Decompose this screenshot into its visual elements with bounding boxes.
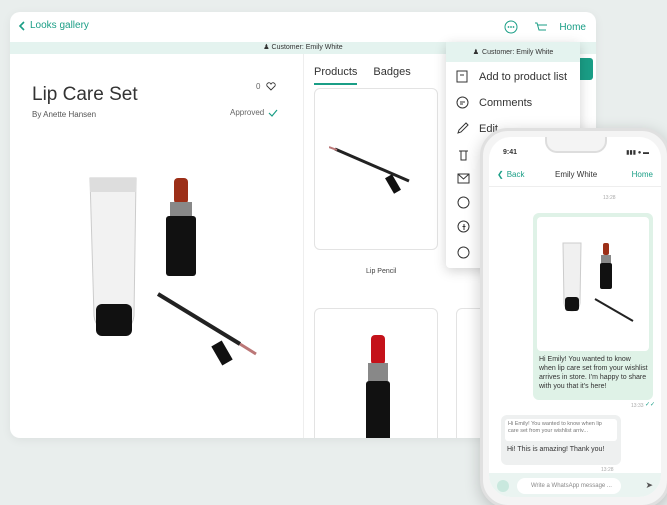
pencil-icon	[457, 122, 469, 134]
message-image	[537, 217, 649, 351]
home-link[interactable]: Home	[559, 22, 586, 33]
menu-item-add-to-product-list[interactable]: Add to product list	[456, 70, 567, 83]
tab-badges[interactable]: Badges	[373, 66, 410, 85]
trash-icon[interactable]	[457, 148, 470, 161]
chat-back-label: Back	[506, 170, 525, 179]
back-button[interactable]: Looks gallery	[18, 20, 89, 31]
look-author: By Anette Hansen	[32, 110, 97, 119]
facebook-icon[interactable]	[457, 220, 470, 233]
chevron-left-icon: ❮	[497, 170, 504, 179]
red-lipstick-image	[366, 335, 390, 438]
menu-header-label: Customer: Emily White	[482, 48, 554, 56]
phone-mockup: 9:41 ▮▮▮ ● ▬ ❮ Back Emily White Home 13:2…	[480, 128, 667, 505]
status-icons: ▮▮▮ ● ▬	[626, 150, 649, 156]
message-compose-bar: Write a WhatsApp message ... ➤	[489, 473, 661, 497]
message-timestamp: 13:28	[603, 195, 616, 201]
chat-home-link[interactable]: Home	[632, 170, 653, 179]
menu-header: ♟ Customer: Emily White	[446, 42, 580, 62]
quoted-message: Hi Emily! You wanted to know when lip ca…	[505, 419, 617, 441]
likes-counter[interactable]: 0	[256, 82, 277, 91]
tab-products[interactable]: Products	[314, 66, 358, 85]
likes-count: 0	[256, 82, 261, 91]
lip-pencil-image	[329, 146, 410, 194]
phone-notch	[545, 137, 607, 153]
look-title: Lip Care Set	[32, 84, 138, 105]
menu-item-comments[interactable]: Comments	[456, 96, 532, 109]
cart-icon[interactable]	[534, 20, 548, 34]
check-icon	[268, 109, 278, 117]
phone-time: 9:41	[503, 149, 518, 156]
lip-care-set-image	[562, 242, 634, 322]
chat-back-button[interactable]: ❮ Back	[497, 170, 525, 179]
chevron-left-icon	[18, 20, 25, 31]
outgoing-message-text: Hi Emily! You wanted to know when lip ca…	[539, 356, 648, 390]
outgoing-message: Hi Emily! You wanted to know when lip ca…	[533, 213, 653, 400]
product-list-icon	[456, 70, 468, 83]
status-label: Approved	[230, 108, 265, 117]
tab-bar: Products Badges	[314, 66, 411, 85]
whatsapp-icon[interactable]	[497, 480, 509, 492]
menu-item-label: Add to product list	[479, 70, 568, 83]
chat-thread: 13:28 Hi Emily! You wanted to know when …	[489, 187, 661, 477]
chat-contact-name: Emily White	[555, 170, 598, 179]
product-label: Lip Pencil	[366, 268, 397, 275]
message-timestamp: 13:33	[631, 403, 644, 409]
top-bar: Looks gallery Home	[10, 12, 596, 42]
product-card[interactable]	[314, 308, 438, 438]
product-card[interactable]	[314, 88, 438, 250]
menu-item-label: Comments	[479, 96, 533, 109]
customer-bar-label: Customer: Emily White	[271, 44, 343, 51]
phone-screen: 9:41 ▮▮▮ ● ▬ ❮ Back Emily White Home 13:2…	[489, 137, 661, 497]
back-label: Looks gallery	[30, 20, 89, 31]
double-check-icon: ✓✓	[645, 402, 656, 408]
mail-icon[interactable]	[457, 172, 470, 185]
look-detail-panel: Lip Care Set By Anette Hansen 0 Approved	[10, 54, 303, 438]
chat-header: ❮ Back Emily White Home	[489, 163, 661, 187]
message-input[interactable]: Write a WhatsApp message ...	[517, 478, 621, 494]
comment-icon	[456, 96, 469, 109]
approval-status: Approved	[230, 108, 278, 117]
look-image	[89, 177, 257, 366]
sms-icon[interactable]	[457, 246, 470, 259]
whatsapp-icon[interactable]	[457, 196, 470, 209]
more-options-icon[interactable]	[504, 20, 518, 34]
incoming-message-text: Hi! This is amazing! Thank you!	[507, 446, 605, 453]
send-icon[interactable]: ➤	[645, 480, 653, 491]
incoming-message: Hi Emily! You wanted to know when lip ca…	[501, 415, 621, 465]
heart-icon	[266, 82, 277, 91]
